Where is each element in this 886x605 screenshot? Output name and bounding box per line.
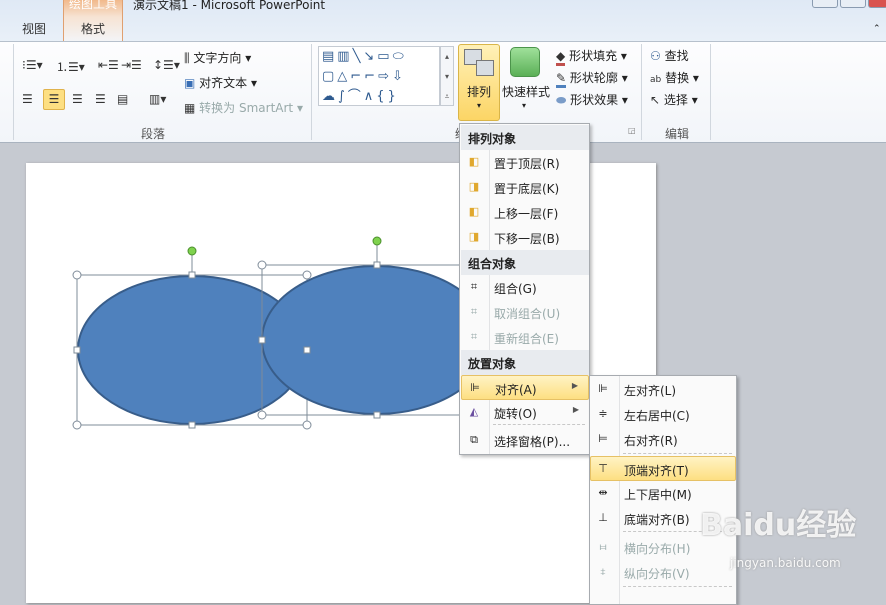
bring-forward-icon: ◧ [468,205,480,218]
align-center-icon: ≑ [598,407,608,420]
group-icon: ⌗ [470,280,478,293]
menu-item-send-backward[interactable]: ◨ 下移一层(B) [461,225,589,250]
menu-section-position: 放置对象 [461,350,589,375]
menu-item-rotate[interactable]: ◭ 旋转(O) ▶ [461,400,589,425]
menu-item-align-top[interactable]: ⊤ 顶端对齐(T) [590,456,736,481]
bring-front-icon: ◧ [468,155,480,168]
menu-item-selection-pane[interactable]: ⧉ 选择窗格(P)... [461,428,589,453]
menu-item-group[interactable]: ⌗ 组合(G) [461,275,589,300]
align-right-icon: ⊨ [598,432,608,445]
regroup-icon: ⌗ [470,330,478,343]
align-bottom-icon: ⊥ [598,511,608,524]
menu-item-send-to-back[interactable]: ◨ 置于底层(K) [461,175,589,200]
menu-item-ungroup[interactable]: ⌗ 取消组合(U) [461,300,589,325]
align-left-icon: ⊫ [598,382,608,395]
align-middle-icon: ⇹ [598,486,608,499]
submenu-arrow-icon: ▶ [571,381,578,390]
menu-section-order: 排列对象 [461,125,589,150]
rotate-icon: ◭ [469,405,479,418]
menu-section-group: 组合对象 [461,250,589,275]
menu-item-bring-forward[interactable]: ◧ 上移一层(F) [461,200,589,225]
menu-item-bring-to-front[interactable]: ◧ 置于顶层(R) [461,150,589,175]
arrange-menu: 排列对象 ◧ 置于顶层(R) ◨ 置于底层(K) ◧ 上移一层(F) ◨ 下移一层(B)… [459,123,590,455]
distribute-horizontal-icon: ⧦ [599,540,607,553]
watermark-logo: Baidu经验 [700,508,857,543]
align-icon: ⊫ [470,381,480,394]
ungroup-icon: ⌗ [470,305,478,318]
watermark-url: jingyan.baidu.com [730,556,841,570]
send-back-icon: ◨ [468,180,480,193]
distribute-vertical-icon: ⧧ [600,565,606,578]
selection-pane-icon: ⧉ [470,433,478,446]
menu-item-regroup[interactable]: ⌗ 重新组合(E) [461,325,589,350]
menu-item-align-right[interactable]: ⊨ 右对齐(R) [591,427,736,452]
menu-item-align[interactable]: ⊫ 对齐(A) ▶ [461,375,589,400]
menu-item-distribute-vertically[interactable]: ⧧ 纵向分布(V) [591,560,736,585]
menu-item-align-center[interactable]: ≑ 左右居中(C) [591,402,736,427]
menu-item-align-left[interactable]: ⊫ 左对齐(L) [591,377,736,402]
align-submenu: ⊫ 左对齐(L) ≑ 左右居中(C) ⊨ 右对齐(R) ⊤ 顶端对齐(T) ⇹ 上下居中(… [589,375,737,605]
send-backward-icon: ◨ [468,230,480,243]
submenu-arrow-icon: ▶ [572,405,579,414]
align-top-icon: ⊤ [598,462,608,475]
